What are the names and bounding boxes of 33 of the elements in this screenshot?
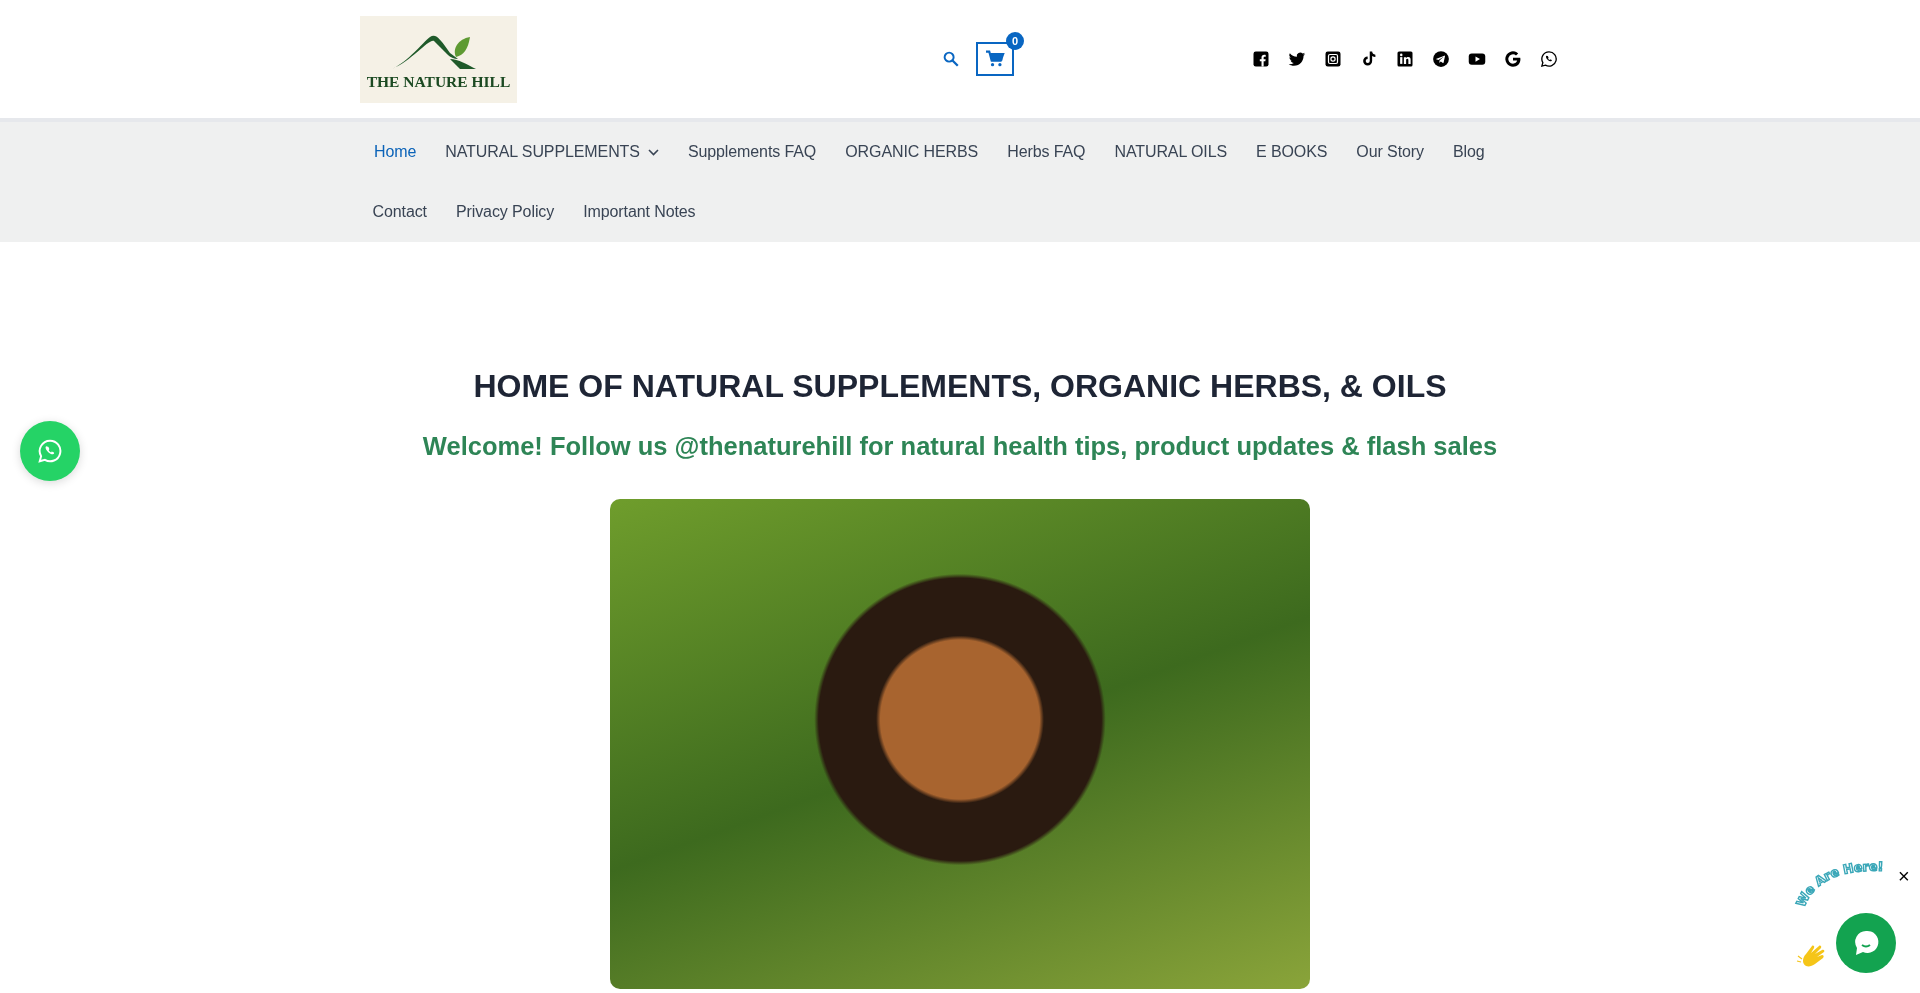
cart-icon	[985, 50, 1005, 68]
logo-text: THE NATURE HILL	[366, 72, 511, 91]
whatsapp-icon	[37, 438, 63, 464]
nav-link[interactable]: Supplements FAQ	[673, 122, 831, 182]
close-button[interactable]: ×	[1898, 866, 1910, 886]
google-icon[interactable]	[1504, 50, 1522, 68]
nav-link[interactable]: NATURAL OILS	[1099, 122, 1242, 182]
instagram-icon[interactable]	[1324, 50, 1342, 68]
youtube-icon[interactable]	[1468, 50, 1486, 68]
nav-link[interactable]: Home	[358, 122, 431, 182]
telegram-icon[interactable]	[1432, 50, 1450, 68]
cart-button[interactable]	[976, 42, 1014, 76]
tiktok-icon[interactable]	[1360, 50, 1378, 68]
page-heading: HOME OF NATURAL SUPPLEMENTS, ORGANIC HERBS, & OILS	[473, 368, 1447, 405]
nav-link[interactable]: Important Notes	[568, 182, 710, 242]
cart-count: 0	[1006, 32, 1024, 50]
greeting-text: We Are Here!	[1792, 858, 1884, 910]
linkedin-icon[interactable]	[1396, 50, 1414, 68]
nav-link[interactable]: ORGANIC HERBS	[830, 122, 993, 182]
whatsapp-icon[interactable]	[1540, 50, 1558, 68]
nav-link[interactable]: Blog	[1438, 122, 1500, 182]
search-icon[interactable]	[942, 50, 960, 68]
nav-link[interactable]: Contact	[358, 182, 442, 242]
nav-link[interactable]: NATURAL SUPPLEMENTS	[430, 122, 674, 182]
nav-link[interactable]: E BOOKS	[1241, 122, 1342, 182]
chat-button[interactable]	[1836, 913, 1896, 973]
nav-link[interactable]: Herbs FAQ	[992, 122, 1100, 182]
welcome-subheading: Welcome! Follow us @thenaturehill for natural health tips, product updates & flash sales	[422, 432, 1498, 461]
facebook-icon[interactable]	[1252, 50, 1270, 68]
site-logo[interactable]: THE NATURE HILL	[360, 15, 517, 103]
twitter-icon[interactable]	[1288, 50, 1306, 68]
nav-link[interactable]: Privacy Policy	[441, 182, 569, 242]
nav-link[interactable]: Our Story	[1341, 122, 1439, 182]
